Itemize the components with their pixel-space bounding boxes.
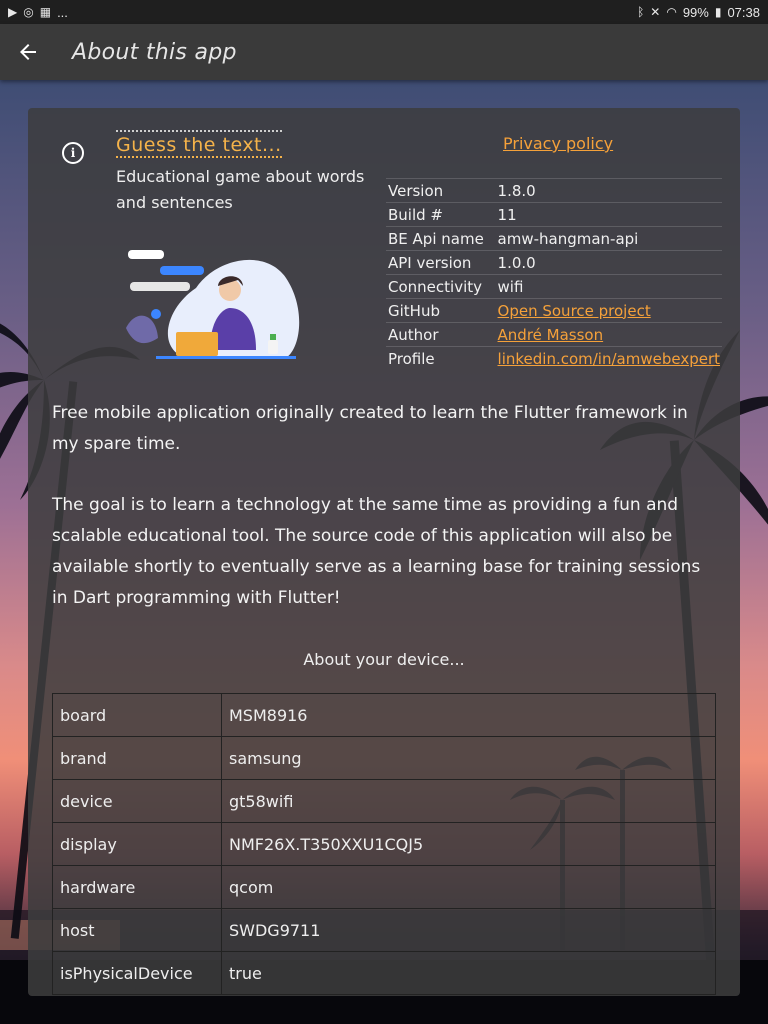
device-key: hardware — [52, 865, 222, 909]
page-title: About this app — [72, 39, 237, 65]
device-value: SWDG9711 — [221, 908, 716, 952]
clock: 07:38 — [727, 4, 760, 20]
mute-icon: ✕ — [650, 5, 661, 19]
sync-icon: ◎ — [23, 5, 34, 19]
info-row: GitHub Open Source project — [386, 298, 722, 323]
battery-icon: ▮ — [714, 5, 722, 19]
info-icon: i — [62, 142, 84, 164]
table-row: brand samsung — [52, 736, 716, 780]
device-key: host — [52, 908, 222, 952]
info-key: Profile — [386, 346, 496, 370]
developer-illustration — [126, 250, 300, 359]
info-value: 11 — [495, 202, 722, 227]
info-key: Connectivity — [386, 274, 496, 299]
more-notifications: ... — [57, 4, 68, 20]
device-key: board — [52, 693, 222, 737]
device-key: display — [52, 822, 222, 866]
table-row: board MSM8916 — [52, 693, 716, 737]
status-bar: ▶ ◎ ▦ ... ᛒ ✕ ◠ 99% ▮ 07:38 — [0, 0, 768, 24]
author-link[interactable]: André Masson — [495, 322, 722, 347]
info-key: Version — [386, 178, 496, 203]
goal-paragraph: The goal is to learn a technology at the… — [52, 495, 701, 608]
table-row: hardware qcom — [52, 865, 716, 909]
info-row: Build #11 — [386, 202, 722, 227]
device-key: isPhysicalDevice — [52, 951, 222, 995]
device-value: true — [221, 951, 716, 995]
device-key: device — [52, 779, 222, 823]
info-row: Author André Masson — [386, 322, 722, 347]
device-heading: About your device... — [303, 650, 465, 669]
info-key: BE Api name — [386, 226, 496, 251]
info-row: Profile linkedin.com/in/amwebexpert — [386, 346, 722, 370]
app-description: Educational game about words and sentenc… — [116, 167, 365, 212]
info-key: Author — [386, 322, 496, 347]
privacy-policy-link[interactable]: Privacy policy — [503, 134, 613, 153]
device-value: NMF26X.T350XXU1CQJ5 — [221, 822, 716, 866]
table-row: isPhysicalDevice true — [52, 951, 716, 995]
bluetooth-icon: ᛒ — [637, 5, 645, 19]
battery-level: 99% — [682, 4, 709, 20]
table-row: host SWDG9711 — [52, 908, 716, 952]
device-value: gt58wifi — [221, 779, 716, 823]
device-key: brand — [52, 736, 222, 780]
info-value: amw-hangman-api — [495, 226, 722, 251]
profile-link[interactable]: linkedin.com/in/amwebexpert — [495, 346, 722, 370]
wifi-icon: ◠ — [666, 5, 677, 19]
info-row: BE Api name amw-hangman-api — [386, 226, 722, 251]
device-info-table: board MSM8916 brand samsung device gt58wifi… — [52, 693, 716, 995]
info-row: API version 1.0.0 — [386, 250, 722, 275]
info-key: API version — [386, 250, 496, 275]
info-value: 1.8.0 — [495, 178, 722, 203]
app-name-link[interactable]: Guess the text... — [116, 130, 282, 158]
info-row: Version 1.8.0 — [386, 178, 722, 203]
calendar-icon: ▦ — [39, 5, 52, 19]
table-row: device gt58wifi — [52, 779, 716, 823]
info-value: 1.0.0 — [495, 250, 722, 275]
device-value: samsung — [221, 736, 716, 780]
about-card: i Guess the text... Educational game abo… — [28, 108, 740, 996]
back-button[interactable] — [0, 24, 56, 80]
device-value: MSM8916 — [221, 693, 716, 737]
intro-paragraph: Free mobile application originally creat… — [52, 403, 688, 454]
info-row: Connectivity wifi — [386, 274, 722, 299]
app-info-table: Version 1.8.0 Build #11 BE Api name amw-ha… — [386, 178, 722, 370]
device-value: qcom — [221, 865, 716, 909]
play-icon: ▶ — [8, 5, 18, 19]
info-value: wifi — [495, 274, 722, 299]
info-key: GitHub — [386, 298, 496, 323]
table-row: display NMF26X.T350XXU1CQJ5 — [52, 822, 716, 866]
info-key: Build # — [386, 202, 496, 227]
github-link[interactable]: Open Source project — [495, 298, 722, 323]
arrow-back-icon — [20, 44, 36, 60]
app-bar: About this app — [0, 24, 768, 80]
